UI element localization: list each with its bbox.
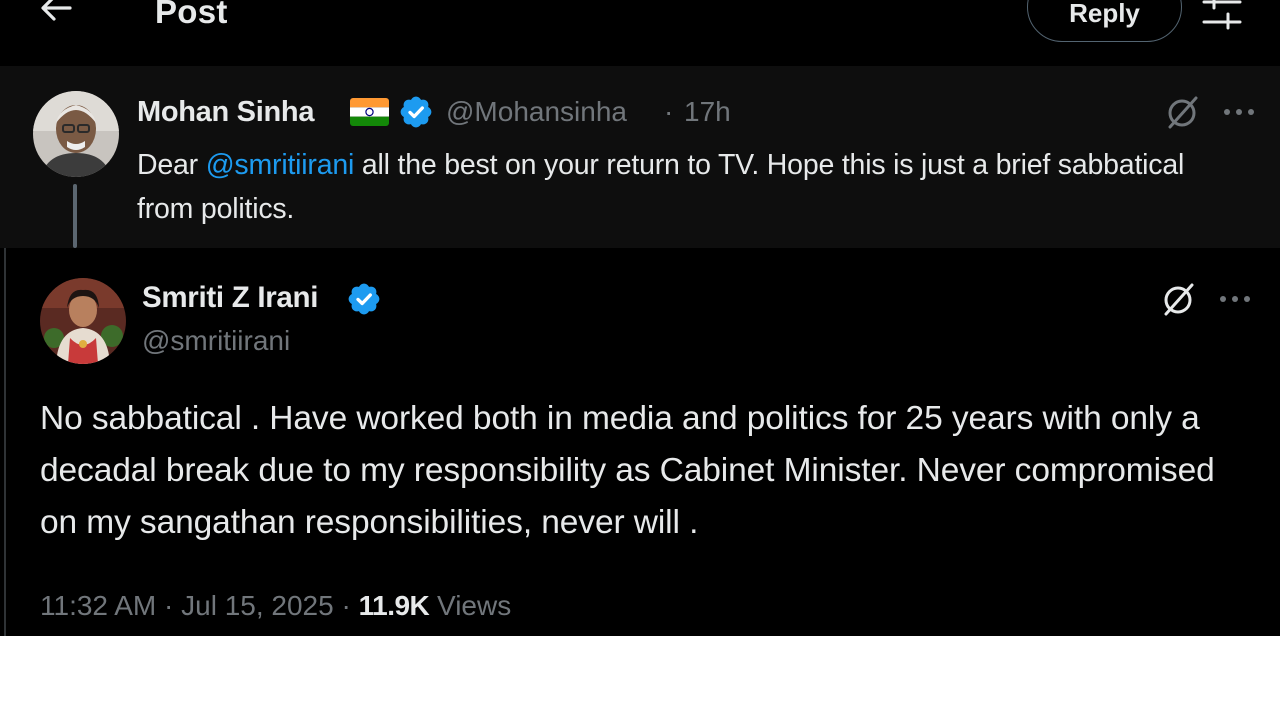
more-options-icon[interactable] — [1218, 289, 1254, 309]
avatar[interactable] — [40, 278, 126, 364]
separator-dot: · — [664, 96, 674, 127]
tweet-text: Dear @smritiirani all the best on your r… — [137, 143, 1247, 231]
mention-link[interactable]: @smritiirani — [206, 149, 355, 181]
page-title: Post — [155, 0, 228, 30]
parent-tweet[interactable]: Mohan Sinha @Mohansinha · 17h Dear @smri… — [0, 66, 1280, 248]
arrow-left-icon — [41, 0, 72, 21]
india-flag-icon — [350, 98, 389, 126]
reply-button[interactable]: Reply — [1027, 0, 1182, 42]
post-view: Post Reply Mohan Sinha @Mohansinha · 17h… — [0, 0, 1280, 636]
separator-dot: · — [156, 590, 182, 621]
post-date[interactable]: Jul 15, 2025 — [181, 590, 334, 621]
tweet-text: No sabbatical . Have worked both in medi… — [40, 400, 1215, 541]
views-count[interactable]: 11.9K — [359, 590, 430, 621]
avatar[interactable] — [33, 91, 119, 177]
post-time[interactable]: 17h — [684, 95, 731, 129]
divider — [4, 248, 6, 636]
grok-icon[interactable] — [1164, 93, 1202, 131]
post-metadata: 11:32 AM · Jul 15, 2025 · 11.9K Views — [40, 588, 511, 624]
author-handle[interactable]: @Mohansinha — [446, 95, 627, 129]
author-handle[interactable]: @smritiirani — [142, 324, 290, 358]
mohan-sinha-avatar-image — [33, 91, 119, 177]
reply-button-label: Reply — [1069, 0, 1140, 28]
verified-badge-icon[interactable] — [398, 94, 434, 130]
sliders-icon — [1202, 0, 1242, 30]
more-options-icon[interactable] — [1222, 102, 1258, 122]
post-time[interactable]: 11:32 AM — [40, 590, 156, 621]
thread-connector — [73, 184, 77, 248]
verified-badge-icon[interactable] — [346, 281, 382, 317]
separator-dot: · — [333, 590, 359, 621]
views-label[interactable]: Views — [429, 590, 511, 621]
author-name[interactable]: Smriti Z Irani — [142, 281, 318, 315]
back-button[interactable] — [36, 0, 76, 28]
grok-icon[interactable] — [1160, 280, 1198, 318]
author-name[interactable]: Mohan Sinha — [137, 95, 314, 129]
main-tweet: Smriti Z Irani @smritiirani No sabbatica… — [0, 248, 1280, 636]
tweet-text-prefix: Dear — [137, 149, 206, 181]
header-bar: Post Reply — [0, 0, 1280, 64]
smriti-irani-avatar-image — [40, 278, 126, 364]
sliders-button[interactable] — [1200, 0, 1244, 30]
